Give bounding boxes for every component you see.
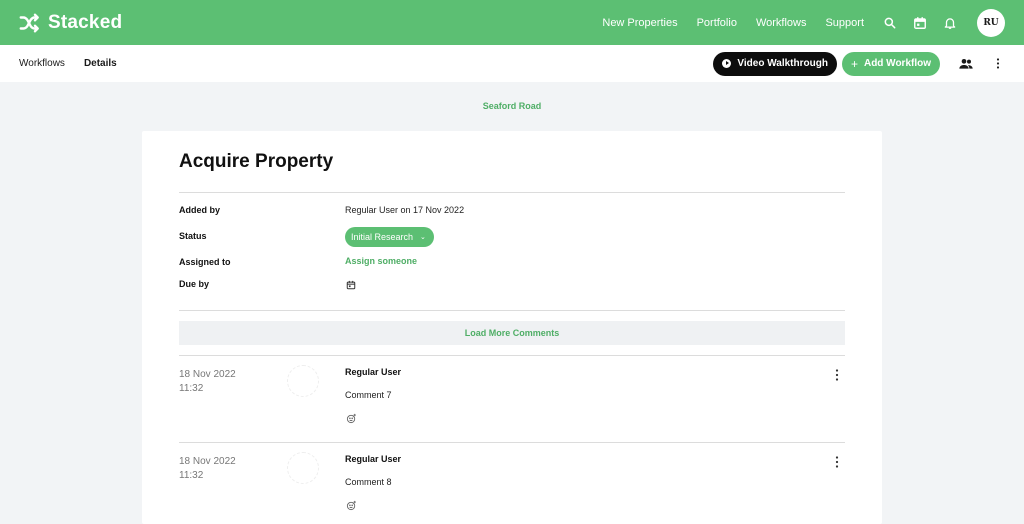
due-by-label: Due by — [179, 279, 210, 289]
add-workflow-label: Add Workflow — [863, 58, 931, 69]
search-icon[interactable] — [883, 16, 897, 30]
comment-text: Comment 7 — [345, 390, 392, 400]
sub-navigation-bar: Workflows Details Video Walkthrough + Ad… — [0, 45, 1024, 82]
workflow-card: Acquire Property Added by Regular User o… — [142, 131, 882, 524]
comment-time: 11:32 — [179, 383, 204, 394]
comment-avatar — [287, 365, 319, 397]
plus-icon: + — [850, 56, 858, 71]
comment-timestamp: 18 Nov 2022 11:32 — [179, 455, 236, 483]
nav-portfolio[interactable]: Portfolio — [697, 17, 737, 29]
main-nav: New Properties Portfolio Workflows Suppo… — [602, 8, 1024, 37]
comment-author: Regular User — [345, 454, 402, 464]
nav-support[interactable]: Support — [825, 17, 864, 29]
comment-avatar — [287, 452, 319, 484]
comment-author: Regular User — [345, 367, 402, 377]
divider — [179, 310, 845, 311]
sub-actions: Video Walkthrough + Add Workflow — [713, 51, 1004, 76]
user-avatar[interactable]: RU — [977, 8, 1005, 37]
comment-item: 18 Nov 2022 11:32 Regular User Comment 8 — [179, 444, 845, 524]
comment-timestamp: 18 Nov 2022 11:32 — [179, 368, 236, 396]
more-options-icon[interactable] — [992, 57, 1004, 71]
divider — [179, 192, 845, 193]
bell-icon[interactable] — [943, 16, 957, 30]
property-name-link[interactable]: Seaford Road — [0, 101, 1024, 111]
crumb-workflows[interactable]: Workflows — [19, 58, 65, 69]
comment-item: 18 Nov 2022 11:32 Regular User Comment 7 — [179, 357, 845, 443]
people-icon[interactable] — [958, 56, 974, 72]
load-more-comments-button[interactable]: Load More Comments — [179, 321, 845, 345]
comment-more-options-icon[interactable] — [833, 369, 841, 381]
top-navigation-bar: Stacked New Properties Portfolio Workflo… — [0, 0, 1024, 45]
status-value: Initial Research — [351, 232, 414, 242]
shuffle-logo-icon — [19, 13, 39, 32]
nav-workflows[interactable]: Workflows — [756, 17, 807, 29]
divider — [179, 442, 845, 443]
app-name: Stacked — [48, 11, 123, 33]
due-date-calendar-icon[interactable] — [346, 280, 356, 290]
status-dropdown[interactable]: Initial Research ⌄ — [345, 227, 434, 247]
play-icon — [722, 59, 732, 68]
video-walkthrough-button[interactable]: Video Walkthrough — [713, 51, 837, 76]
app-logo[interactable]: Stacked — [18, 12, 122, 34]
nav-new-properties[interactable]: New Properties — [602, 17, 677, 29]
comment-more-options-icon[interactable] — [833, 456, 841, 468]
comment-date: 18 Nov 2022 — [179, 456, 236, 467]
status-label: Status — [179, 231, 207, 241]
add-reaction-icon[interactable] — [346, 413, 357, 424]
workflow-title: Acquire Property — [179, 151, 334, 172]
video-walkthrough-label: Video Walkthrough — [737, 58, 828, 69]
added-by-label: Added by — [179, 205, 221, 215]
divider — [179, 355, 845, 356]
add-workflow-button[interactable]: + Add Workflow — [841, 51, 940, 76]
chevron-down-icon: ⌄ — [420, 234, 426, 241]
add-reaction-icon[interactable] — [346, 500, 357, 511]
assign-someone-link[interactable]: Assign someone — [345, 256, 417, 266]
comment-text: Comment 8 — [345, 477, 392, 487]
assigned-to-label: Assigned to — [179, 257, 231, 267]
comment-time: 11:32 — [179, 470, 204, 481]
added-by-value: Regular User on 17 Nov 2022 — [345, 205, 465, 215]
comment-date: 18 Nov 2022 — [179, 369, 236, 380]
crumb-details[interactable]: Details — [84, 58, 117, 69]
calendar-icon[interactable] — [913, 16, 927, 30]
